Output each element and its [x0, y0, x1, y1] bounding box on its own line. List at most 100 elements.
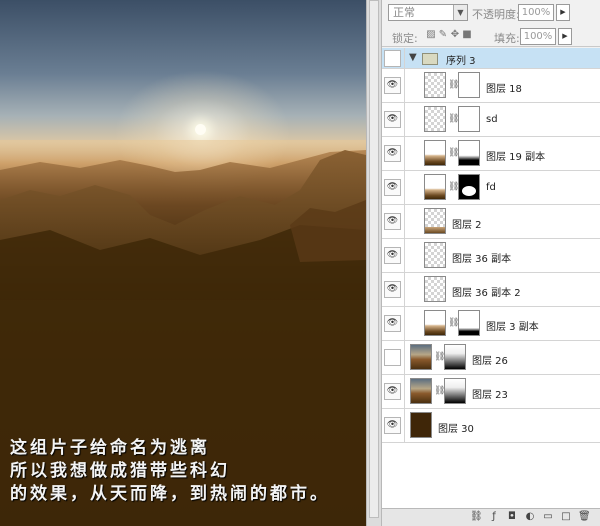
lock-fill-row: 锁定: ▨ ✎ ✥ ■ 填充: 100% ▶: [382, 25, 600, 47]
layer-mask-thumbnail[interactable]: [444, 378, 466, 404]
link-chain-icon: ⛓: [434, 386, 446, 396]
row-divider: [404, 409, 405, 442]
layers-panel-footer: ⛓ ƒ ◘ ◐ ▭ □ 🗑: [382, 508, 600, 526]
scrollbar-thumb[interactable]: [369, 0, 379, 518]
new-layer-icon[interactable]: □: [560, 511, 572, 523]
row-divider: [404, 273, 405, 306]
add-mask-icon[interactable]: ◘: [506, 511, 518, 523]
layer-row[interactable]: 👁 ⛓ 图层 23: [382, 375, 600, 409]
layer-group-row[interactable]: ▼ 序列 3: [382, 48, 600, 69]
lock-label: 锁定:: [392, 32, 418, 45]
visibility-toggle[interactable]: [384, 50, 401, 67]
layer-thumbnail: [424, 174, 446, 200]
lock-move-icon[interactable]: ✥: [450, 29, 460, 40]
layer-mask-thumbnail[interactable]: [458, 310, 480, 336]
caption-line-1: 这组片子给命名为逃离: [10, 438, 210, 458]
visibility-toggle[interactable]: [384, 349, 401, 366]
layer-thumbnail: [424, 242, 446, 268]
link-chain-icon: ⛓: [448, 114, 460, 124]
layer-row[interactable]: 👁 ⛓ 图层 3 副本: [382, 307, 600, 341]
eye-icon[interactable]: 👁: [384, 77, 401, 94]
fill-label: 填充:: [494, 32, 520, 45]
opacity-slider-button[interactable]: ▶: [556, 4, 570, 21]
layer-mask-thumbnail[interactable]: [458, 174, 480, 200]
layer-row[interactable]: 👁 图层 2: [382, 205, 600, 239]
layer-thumbnail: [410, 412, 432, 438]
layer-mask-thumbnail[interactable]: [444, 344, 466, 370]
layer-row[interactable]: ⛓ 图层 26: [382, 341, 600, 375]
row-divider: [404, 239, 405, 272]
layers-panel: 正常 ▼ 不透明度: 100% ▶ 锁定: ▨ ✎ ✥ ■ 填充: 100% ▶…: [382, 0, 600, 526]
link-layers-icon[interactable]: ⛓: [470, 511, 483, 523]
layer-row[interactable]: 👁 图层 36 副本: [382, 239, 600, 273]
folder-icon: [422, 53, 438, 65]
row-divider: [404, 307, 405, 340]
canvas-vertical-scrollbar[interactable]: [366, 0, 382, 526]
chevron-down-icon[interactable]: ▼: [453, 5, 467, 20]
photoshop-screenshot: 这组片子给命名为逃离 所以我想做成猎带些科幻 的效果，从天而降，到热闹的都市。 …: [0, 0, 600, 526]
row-divider: [404, 341, 405, 374]
expand-triangle-icon[interactable]: ▼: [409, 52, 417, 63]
link-chain-icon: ⛓: [448, 182, 460, 192]
link-chain-icon: ⛓: [448, 148, 460, 158]
layer-name: sd: [486, 114, 498, 125]
eye-icon[interactable]: 👁: [384, 145, 401, 162]
layer-row[interactable]: 👁 ⛓ 图层 19 副本: [382, 137, 600, 171]
layers-list: ▼ 序列 3 👁 ⛓ 图层 18 👁 ⛓ sd 👁 ⛓ 图层 19 副本 👁 ⛓…: [382, 48, 600, 508]
layer-thumbnail: [424, 310, 446, 336]
row-divider: [404, 137, 405, 170]
eye-icon[interactable]: 👁: [384, 179, 401, 196]
eye-icon[interactable]: 👁: [384, 213, 401, 230]
layer-name: fd: [486, 182, 496, 193]
layer-name: 图层 36 副本 2: [452, 288, 521, 299]
fill-slider-button[interactable]: ▶: [558, 28, 572, 45]
layer-name: 图层 30: [438, 424, 474, 435]
layer-name: 序列 3: [446, 56, 476, 67]
layer-name: 图层 23: [472, 390, 508, 401]
opacity-label: 不透明度:: [472, 8, 520, 21]
blend-mode-select[interactable]: 正常 ▼: [388, 4, 468, 21]
layer-row[interactable]: 👁 ⛓ 图层 18: [382, 69, 600, 103]
eye-icon[interactable]: 👁: [384, 417, 401, 434]
new-group-icon[interactable]: ▭: [542, 511, 554, 523]
fill-input[interactable]: 100%: [520, 28, 556, 45]
layer-row[interactable]: 👁 ⛓ sd: [382, 103, 600, 137]
eye-icon[interactable]: 👁: [384, 111, 401, 128]
layer-name: 图层 36 副本: [452, 254, 512, 265]
delete-layer-icon[interactable]: 🗑: [578, 511, 591, 523]
artwork-canvas: 这组片子给命名为逃离 所以我想做成猎带些科幻 的效果，从天而降，到热闹的都市。: [0, 0, 366, 526]
layer-style-icon[interactable]: ƒ: [488, 511, 500, 523]
link-chain-icon: ⛓: [448, 318, 460, 328]
eye-icon[interactable]: 👁: [384, 281, 401, 298]
row-divider: [404, 48, 405, 68]
layer-mask-thumbnail[interactable]: [458, 72, 480, 98]
row-divider: [404, 69, 405, 102]
row-divider: [404, 171, 405, 204]
eye-icon[interactable]: 👁: [384, 383, 401, 400]
lock-brush-icon[interactable]: ✎: [438, 29, 448, 40]
lock-all-icon[interactable]: ■: [462, 29, 472, 40]
layer-row[interactable]: 👁 ⛓ fd: [382, 171, 600, 205]
layer-name: 图层 2: [452, 220, 482, 231]
layer-thumbnail: [410, 378, 432, 404]
caption-text: 这组片子给命名为逃离 所以我想做成猎带些科幻 的效果，从天而降，到热闹的都市。: [10, 437, 364, 506]
layer-row[interactable]: 👁 图层 30: [382, 409, 600, 443]
adjustment-layer-icon[interactable]: ◐: [524, 511, 536, 523]
layer-mask-thumbnail[interactable]: [458, 106, 480, 132]
layer-name: 图层 18: [486, 84, 522, 95]
layer-mask-thumbnail[interactable]: [458, 140, 480, 166]
blend-mode-value: 正常: [393, 6, 415, 19]
layer-thumbnail: [424, 140, 446, 166]
link-chain-icon: ⛓: [448, 80, 460, 90]
row-divider: [404, 103, 405, 136]
layer-name: 图层 3 副本: [486, 322, 539, 333]
eye-icon[interactable]: 👁: [384, 247, 401, 264]
row-divider: [404, 375, 405, 408]
opacity-input[interactable]: 100%: [518, 4, 554, 21]
layer-row[interactable]: 👁 图层 36 副本 2: [382, 273, 600, 307]
blend-opacity-row: 正常 ▼ 不透明度: 100% ▶: [382, 0, 600, 24]
caption-line-3: 的效果，从天而降，到热闹的都市。: [10, 484, 330, 504]
eye-icon[interactable]: 👁: [384, 315, 401, 332]
lock-transparency-icon[interactable]: ▨: [426, 29, 436, 40]
layer-thumbnail: [424, 208, 446, 234]
